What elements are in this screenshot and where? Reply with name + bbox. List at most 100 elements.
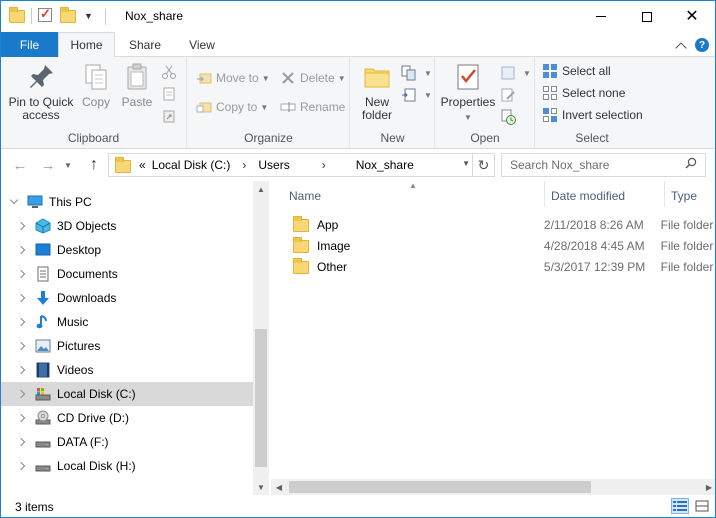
tab-home[interactable]: Home <box>58 32 115 58</box>
new-item-button[interactable]: ▼ <box>401 63 432 83</box>
breadcrumb-separator-icon[interactable]: › <box>242 158 246 172</box>
new-folder-icon[interactable] <box>60 7 76 24</box>
refresh-button[interactable]: ↻ <box>472 154 494 176</box>
address-dropdown-icon[interactable]: ▼ <box>462 159 470 168</box>
maximize-button[interactable] <box>624 1 670 32</box>
tree-item-videos[interactable]: Videos <box>1 358 253 382</box>
scrollbar-thumb[interactable] <box>289 481 591 493</box>
invert-selection-button[interactable]: Invert selection <box>542 105 643 125</box>
column-header-type[interactable]: Type <box>671 181 715 211</box>
tree-item-local-disk-c[interactable]: Local Disk (C:) <box>1 382 253 406</box>
expand-icon[interactable] <box>17 221 27 231</box>
properties-button[interactable]: Properties ▼ <box>440 61 496 124</box>
easy-access-button[interactable]: ▼ <box>401 85 432 105</box>
expand-icon[interactable] <box>17 341 27 351</box>
expand-icon[interactable] <box>17 461 27 471</box>
file-list-scrollbar[interactable]: ◀ ▶ <box>271 479 715 495</box>
history-button[interactable] <box>500 107 520 127</box>
expand-icon[interactable] <box>17 317 27 327</box>
pin-to-quick-access-button[interactable]: Pin to Quick access <box>5 61 77 122</box>
music-icon <box>36 315 47 329</box>
paste-button[interactable]: Paste <box>117 61 157 109</box>
close-button[interactable]: ✕ <box>669 1 715 32</box>
breadcrumb-overflow[interactable]: « <box>139 158 146 172</box>
breadcrumb-nox-share[interactable]: Nox_share <box>356 158 414 172</box>
close-icon: ✕ <box>685 7 699 25</box>
breadcrumb-users[interactable]: Users <box>258 158 289 172</box>
file-list: ▲ Name Date modified Type App 2/11/2018 … <box>271 181 715 495</box>
paste-shortcut-button[interactable] <box>161 106 181 126</box>
tab-share[interactable]: Share <box>119 32 171 57</box>
maximize-icon <box>642 11 652 22</box>
details-view-button[interactable] <box>671 498 689 514</box>
expand-icon[interactable] <box>17 437 27 447</box>
table-row[interactable]: App 2/11/2018 8:26 AM File folder <box>289 214 715 235</box>
search-input[interactable]: Search Nox_share <box>501 153 706 177</box>
select-all-button[interactable]: Select all <box>542 61 611 81</box>
copy-button[interactable]: Copy <box>79 61 113 109</box>
expand-icon[interactable] <box>17 269 27 279</box>
up-button[interactable]: ↑ <box>83 155 105 175</box>
table-row[interactable]: Other 5/3/2017 12:39 PM File folder <box>289 256 715 277</box>
properties-dropdown-icon: ▼ <box>464 113 472 122</box>
pin-icon <box>25 61 57 93</box>
expand-icon[interactable] <box>17 389 27 399</box>
large-icons-view-button[interactable] <box>693 498 711 514</box>
tree-item-local-disk-h[interactable]: Local Disk (H:) <box>1 454 253 478</box>
scroll-down-icon[interactable]: ▼ <box>253 479 269 495</box>
recent-locations-button[interactable]: ▼ <box>61 155 75 175</box>
tree-item-documents[interactable]: Documents <box>1 262 253 286</box>
tab-view[interactable]: View <box>176 32 228 57</box>
select-none-button[interactable]: Select none <box>542 83 625 103</box>
breadcrumb-local-disk[interactable]: Local Disk (C:) <box>152 158 231 172</box>
copy-to-button[interactable]: Copy to ▼ <box>196 97 268 117</box>
tab-file[interactable]: File <box>1 32 58 57</box>
delete-button[interactable]: Delete ▼ <box>280 68 346 88</box>
back-arrow-icon: ← <box>12 156 28 174</box>
breadcrumb-separator-icon[interactable]: › <box>322 158 326 172</box>
tree-item-music[interactable]: Music <box>1 310 253 334</box>
copy-path-button[interactable] <box>161 84 181 104</box>
help-icon[interactable]: ? <box>695 38 709 52</box>
folder-icon <box>293 258 309 274</box>
expand-icon[interactable] <box>17 365 27 375</box>
tree-item-3d-objects[interactable]: 3D Objects <box>1 214 253 238</box>
expand-icon[interactable] <box>9 197 19 207</box>
tree-item-label: 3D Objects <box>57 219 117 233</box>
expand-icon[interactable] <box>17 293 27 303</box>
properties-icon[interactable] <box>38 6 54 24</box>
cut-button[interactable] <box>161 62 181 82</box>
move-to-button[interactable]: Move to ▼ <box>196 68 270 88</box>
forward-button[interactable]: → <box>37 155 59 175</box>
new-folder-button[interactable]: New folder <box>357 61 397 122</box>
rename-button[interactable]: Rename <box>280 97 345 117</box>
tree-item-downloads[interactable]: Downloads <box>1 286 253 310</box>
column-divider[interactable] <box>664 181 665 207</box>
collapse-ribbon-icon[interactable] <box>675 41 687 54</box>
scrollbar-thumb[interactable] <box>255 329 267 467</box>
column-header-name[interactable]: Name <box>289 181 544 211</box>
open-button[interactable]: ▼ <box>500 63 531 83</box>
minimize-button[interactable] <box>578 1 624 32</box>
tree-item-label: Pictures <box>57 339 101 353</box>
expand-icon[interactable] <box>17 413 27 423</box>
tree-item-data-f[interactable]: DATA (F:) <box>1 430 253 454</box>
tree-item-cd-drive-d[interactable]: CD Drive (D:) <box>1 406 253 430</box>
back-button[interactable]: ← <box>9 155 31 175</box>
nav-pane-scrollbar[interactable]: ▲ ▼ <box>253 181 269 495</box>
tree-item-pictures[interactable]: Pictures <box>1 334 253 358</box>
address-bar[interactable]: « Local Disk (C:) › Users › Nox_share ▼ … <box>108 153 495 177</box>
new-group-label: New <box>380 131 405 145</box>
scissors-icon <box>161 64 177 80</box>
scroll-left-icon[interactable]: ◀ <box>271 479 287 495</box>
scroll-right-icon[interactable]: ▶ <box>701 479 715 495</box>
edit-button[interactable] <box>500 85 520 105</box>
column-divider[interactable] <box>544 181 545 207</box>
tree-item-desktop[interactable]: Desktop <box>1 238 253 262</box>
scroll-up-icon[interactable]: ▲ <box>253 181 269 197</box>
customize-toolbar-dropdown-icon[interactable]: ▼ <box>84 11 93 21</box>
tree-item-this-pc[interactable]: This PC <box>1 190 253 214</box>
table-row[interactable]: Image 4/28/2018 4:45 AM File folder <box>289 235 715 256</box>
column-header-date-modified[interactable]: Date modified <box>551 181 663 211</box>
expand-icon[interactable] <box>17 245 27 255</box>
